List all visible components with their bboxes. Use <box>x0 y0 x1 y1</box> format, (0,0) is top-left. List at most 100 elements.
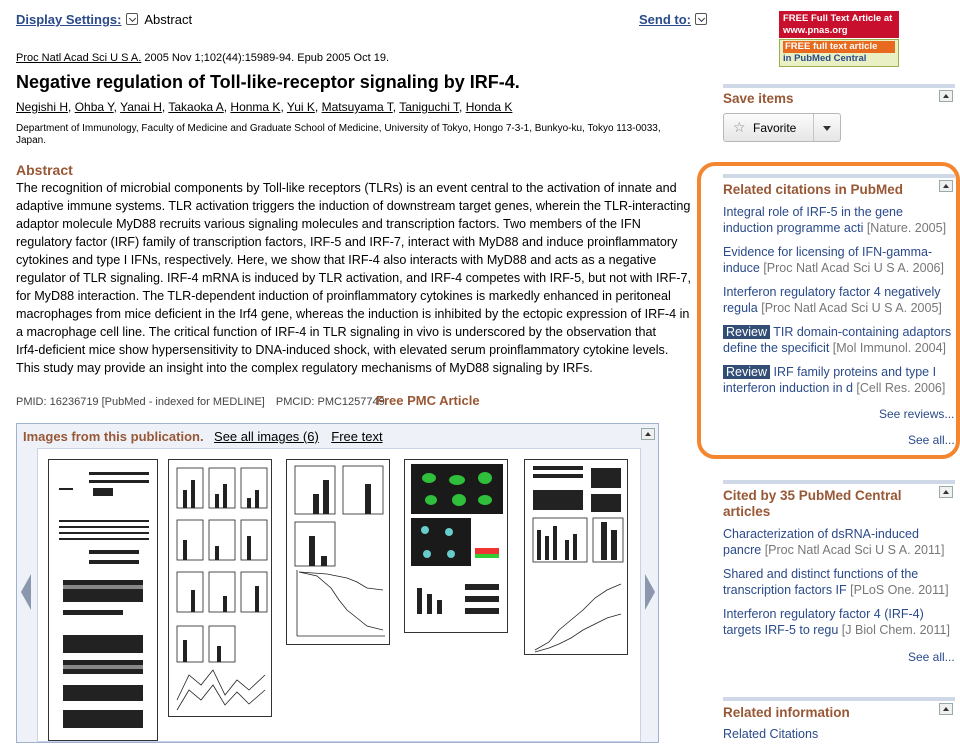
author-link[interactable]: Yanai H <box>120 100 162 114</box>
figure-thumbnail-1[interactable] <box>48 459 158 741</box>
collapse-icon[interactable] <box>939 90 953 102</box>
abstract-line: a macrophage cell line. The critical fun… <box>16 325 657 339</box>
pmc-full-text-link[interactable]: FREE full text article in PubMed Central <box>779 39 899 67</box>
author-link[interactable]: Yui K <box>287 100 315 114</box>
cited-by-title: Cited by 35 PubMed Central articles <box>723 488 902 520</box>
favorite-button[interactable]: ☆ Favorite <box>723 113 841 142</box>
image-strip <box>37 448 641 742</box>
abstract-line: for MyD88 interaction. The TLR-dependent… <box>16 289 671 303</box>
affiliation: Department of Immunology, Faculty of Med… <box>16 123 716 147</box>
author-link[interactable]: Ohba Y <box>75 100 114 114</box>
cited-by-title-line1: Cited by 35 PubMed Central <box>723 488 902 503</box>
full-text-badges: FREE Full Text Article at www.pnas.org F… <box>779 11 899 67</box>
star-icon: ☆ <box>733 119 746 135</box>
figure-thumbnail-3[interactable] <box>286 459 390 645</box>
journal-link[interactable]: Proc Natl Acad Sci U S A. <box>16 52 141 64</box>
cited-by-divider <box>723 480 955 484</box>
pmc-badge-line1: FREE full text article <box>783 41 895 53</box>
affiliation-line-1: Department of Immunology, Faculty of Med… <box>16 123 661 134</box>
figure-3-graphic <box>294 465 385 637</box>
citation-title-continued[interactable]: targets IRF-5 to regu <box>723 623 838 637</box>
see-all-images-link[interactable]: See all images (6) <box>214 429 319 444</box>
citation-source: [J Biol Chem. 2011] <box>838 623 950 637</box>
related-info-title: Related information <box>723 705 850 720</box>
send-to-link[interactable]: Send to: <box>639 12 691 27</box>
figure-4-graphic <box>411 464 503 614</box>
author-link[interactable]: Takaoka A <box>168 100 223 114</box>
pnas-full-text-link[interactable]: FREE Full Text Article at www.pnas.org <box>779 11 899 38</box>
pmc-badge-line2: in PubMed Central <box>783 53 867 64</box>
figure-thumbnail-4[interactable] <box>404 459 508 633</box>
citation-second-line[interactable]: pancre [Proc Natl Acad Sci U S A. 2011] <box>723 542 955 558</box>
display-settings-link[interactable]: Display Settings: <box>16 12 121 27</box>
citation-source: [PLoS One. 2011] <box>846 583 949 597</box>
citation-title-line[interactable]: Shared and distinct functions of the <box>723 566 955 582</box>
collapse-icon[interactable] <box>939 703 953 715</box>
images-panel: Images from this publication. See all im… <box>16 423 659 743</box>
citation-title-line[interactable]: Characterization of dsRNA-induced <box>723 526 955 542</box>
abstract-line: regulatory factor (IRF) family of transc… <box>16 235 678 249</box>
figure-2-graphic <box>176 467 268 711</box>
free-pmc-article-link[interactable]: Free PMC Article <box>376 393 480 408</box>
save-items-title: Save items <box>723 91 794 106</box>
abstract-line: This study may provide an insight into t… <box>16 361 593 375</box>
figure-thumbnail-2[interactable] <box>168 459 272 717</box>
save-items-divider <box>723 84 955 88</box>
abstract-line: The recognition of microbial components … <box>16 181 677 195</box>
abstract-line: cytokines and type I IFNs, respectively.… <box>16 253 657 267</box>
figure-thumbnail-5[interactable] <box>524 459 628 655</box>
abstract-line: macrophages from mice deficient in the I… <box>16 307 690 321</box>
abstract-line: adaptor molecule MyD88 recruits various … <box>16 217 641 231</box>
citation-item[interactable]: Shared and distinct functions of the tran… <box>723 566 955 598</box>
abstract-line: regulator of TLR signaling. IRF-4 mRNA i… <box>16 271 691 285</box>
collapse-icon[interactable] <box>641 428 655 440</box>
free-text-link[interactable]: Free text <box>331 429 382 444</box>
button-divider <box>813 114 814 141</box>
citation-title-text[interactable]: Shared and distinct functions of the <box>723 567 918 581</box>
citation-title-text[interactable]: Characterization of dsRNA-induced <box>723 527 919 541</box>
collapse-icon[interactable] <box>939 486 953 498</box>
pnas-badge-line1: FREE Full Text Article at <box>783 13 893 24</box>
chevron-down-icon[interactable] <box>695 12 708 25</box>
citation-title-text[interactable]: Interferon regulatory factor 4 (IRF-4) <box>723 607 924 621</box>
citation-line: Proc Natl Acad Sci U S A. 2005 Nov 1;102… <box>16 52 389 64</box>
affiliation-line-2: Japan. <box>16 135 47 146</box>
next-image-arrow-icon[interactable] <box>645 574 655 610</box>
article-title: Negative regulation of Toll-like-recepto… <box>16 72 520 92</box>
citation-title-continued[interactable]: pancre <box>723 543 761 557</box>
author-link[interactable]: Honma K <box>230 100 280 114</box>
abstract-text: The recognition of microbial components … <box>16 179 712 377</box>
author-link[interactable]: Honda K <box>466 100 513 114</box>
highlight-ring <box>697 162 960 459</box>
citation-second-line[interactable]: transcription factors IF [PLoS One. 2011… <box>723 582 955 598</box>
previous-image-arrow-icon[interactable] <box>21 574 31 610</box>
author-separator: , <box>314 100 322 114</box>
send-to[interactable]: Send to: <box>639 11 708 29</box>
cited-by-title-line2: articles <box>723 504 771 519</box>
author-link[interactable]: Matsuyama T <box>322 100 393 114</box>
author-link[interactable]: Taniguchi T <box>399 100 459 114</box>
related-info-divider <box>723 697 955 701</box>
author-link[interactable]: Negishi H <box>16 100 68 114</box>
favorite-label: Favorite <box>753 121 797 135</box>
citation-details: 2005 Nov 1;102(44):15989-94. Epub 2005 O… <box>141 52 390 64</box>
author-separator: , <box>459 100 466 114</box>
display-settings[interactable]: Display Settings: Abstract <box>16 11 192 29</box>
citation-title-line[interactable]: Interferon regulatory factor 4 (IRF-4) <box>723 606 955 622</box>
pmid: PMID: 16236719 [PubMed - indexed for MED… <box>16 396 265 408</box>
citation-second-line[interactable]: targets IRF-5 to regu [J Biol Chem. 2011… <box>723 622 955 638</box>
related-citations-info-link[interactable]: Related Citations <box>723 726 818 742</box>
identifiers: PMID: 16236719 [PubMed - indexed for MED… <box>16 396 385 408</box>
dropdown-arrow-icon[interactable] <box>823 126 831 131</box>
display-mode-value: Abstract <box>144 12 193 27</box>
citation-title-continued[interactable]: transcription factors IF <box>723 583 847 597</box>
author-separator: , <box>68 100 75 114</box>
figure-5-graphic <box>532 466 624 653</box>
cited-by-see-all-link[interactable]: See all... <box>908 650 955 664</box>
pnas-badge-line2: www.pnas.org <box>783 25 848 36</box>
chevron-down-icon[interactable] <box>125 12 138 25</box>
abstract-line: adaptive immune systems. TLR activation … <box>16 199 691 213</box>
images-heading: Images from this publication. <box>23 429 204 444</box>
citation-item[interactable]: Interferon regulatory factor 4 (IRF-4) ta… <box>723 606 955 638</box>
citation-item[interactable]: Characterization of dsRNA-induced pancre … <box>723 526 955 558</box>
